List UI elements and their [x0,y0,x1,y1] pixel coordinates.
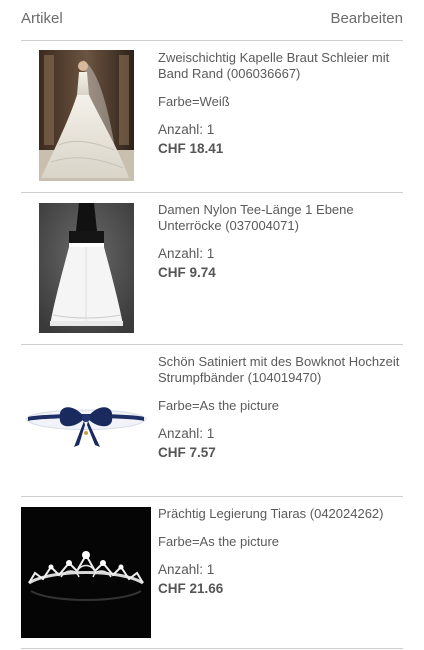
item-name: Damen Nylon Tee-Länge 1 Ebene Unterröcke… [158,202,354,233]
product-image-tiara[interactable] [21,507,151,638]
petticoat-icon [39,203,134,333]
item-quantity: Anzahl: 1 [158,122,215,137]
cart-item[interactable]: Zweischichtig Kapelle Braut Schleier mit… [0,41,424,193]
garter-icon [22,389,150,459]
cart-item[interactable]: Prächtig Legierung Tiaras (042024262) Fa… [0,497,424,649]
item-info: Prächtig Legierung Tiaras (042024262) Fa… [158,506,408,596]
item-quantity: Anzahl: 1 [158,562,215,577]
product-image-wedding-dress[interactable] [39,50,134,181]
edit-button[interactable]: Bearbeiten [330,10,403,27]
item-attribute: Farbe=As the picture [158,398,280,413]
item-price: CHF 18.41 [158,141,224,156]
divider [21,648,403,649]
product-image-petticoat[interactable] [39,203,134,333]
item-info: Schön Satiniert mit des Bowknot Hochzeit… [158,354,408,460]
item-price: CHF 9.74 [158,265,216,280]
item-attribute: Farbe=As the picture [158,534,280,549]
item-price: CHF 21.66 [158,581,224,596]
cart-item[interactable]: Damen Nylon Tee-Länge 1 Ebene Unterröcke… [0,193,424,345]
item-quantity: Anzahl: 1 [158,246,215,261]
page-title: Artikel [21,10,63,27]
item-info: Zweischichtig Kapelle Braut Schleier mit… [158,50,408,156]
wedding-dress-icon [39,50,134,181]
product-image-garter[interactable] [22,389,150,459]
item-attribute: Farbe=Weiß [158,94,230,109]
item-price: CHF 7.57 [158,445,216,460]
item-quantity: Anzahl: 1 [158,426,215,441]
item-name: Prächtig Legierung Tiaras (042024262) [158,506,384,521]
item-name: Zweischichtig Kapelle Braut Schleier mit… [158,50,390,81]
header: Artikel Bearbeiten [0,0,424,40]
tiara-icon [21,507,151,638]
item-info: Damen Nylon Tee-Länge 1 Ebene Unterröcke… [158,202,408,280]
cart-item[interactable]: Schön Satiniert mit des Bowknot Hochzeit… [0,345,424,497]
item-name: Schön Satiniert mit des Bowknot Hochzeit… [158,354,400,385]
